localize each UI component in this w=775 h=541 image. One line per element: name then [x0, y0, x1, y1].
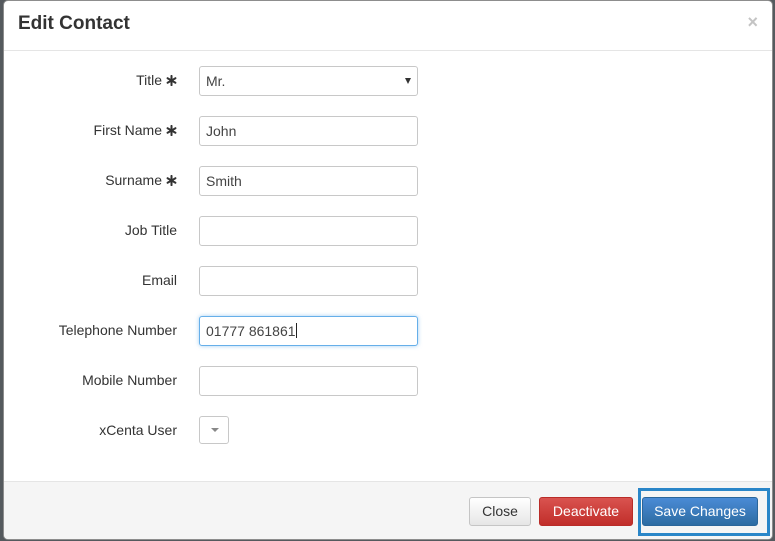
asterisk-icon [166, 125, 177, 136]
asterisk-icon [166, 75, 177, 86]
dialog-header: Edit Contact × [4, 1, 772, 51]
telephone-row: Telephone Number 01777 861861 [4, 316, 772, 346]
surname-row: Surname Smith [4, 166, 772, 196]
edit-contact-dialog: Edit Contact × Title Mr. First Name John… [3, 0, 773, 540]
mobile-input[interactable] [199, 366, 418, 396]
telephone-input-value: 01777 861861 [206, 323, 296, 339]
dialog-footer: Close Deactivate Save Changes [4, 481, 772, 539]
xcenta-user-row: xCenta User [4, 416, 772, 446]
first-name-row: First Name John [4, 116, 772, 146]
email-label: Email [141, 272, 177, 288]
email-input[interactable] [199, 266, 418, 296]
dialog-title: Edit Contact [18, 13, 130, 34]
job-title-input[interactable] [199, 216, 418, 246]
save-changes-button[interactable]: Save Changes [642, 497, 758, 526]
close-icon[interactable]: × [747, 12, 758, 32]
email-row: Email [4, 266, 772, 296]
first-name-label-wrap: First Name [94, 122, 177, 138]
title-select[interactable]: Mr. [199, 66, 418, 96]
asterisk-icon [166, 175, 177, 186]
deactivate-button[interactable]: Deactivate [539, 497, 633, 526]
title-row: Title Mr. [4, 66, 772, 96]
telephone-input[interactable]: 01777 861861 [199, 316, 418, 346]
title-select-value: Mr. [206, 73, 226, 89]
job-title-row: Job Title [4, 216, 772, 246]
close-button[interactable]: Close [469, 497, 531, 526]
first-name-label: First Name [93, 122, 162, 138]
first-name-input[interactable]: John [199, 116, 418, 146]
caret-down-icon [211, 428, 219, 432]
mobile-row: Mobile Number [4, 366, 772, 396]
surname-label: Surname [105, 172, 162, 188]
title-label-wrap: Title [136, 72, 177, 88]
mobile-label: Mobile Number [82, 372, 177, 388]
title-label: Title [136, 72, 162, 88]
xcenta-user-label: xCenta User [99, 422, 177, 438]
job-title-label: Job Title [124, 222, 177, 238]
surname-input[interactable]: Smith [199, 166, 418, 196]
surname-label-wrap: Surname [105, 172, 177, 188]
caret-down-icon [405, 78, 411, 84]
xcenta-user-select[interactable] [199, 416, 229, 444]
text-cursor [295, 323, 297, 338]
telephone-label: Telephone Number [58, 322, 177, 338]
